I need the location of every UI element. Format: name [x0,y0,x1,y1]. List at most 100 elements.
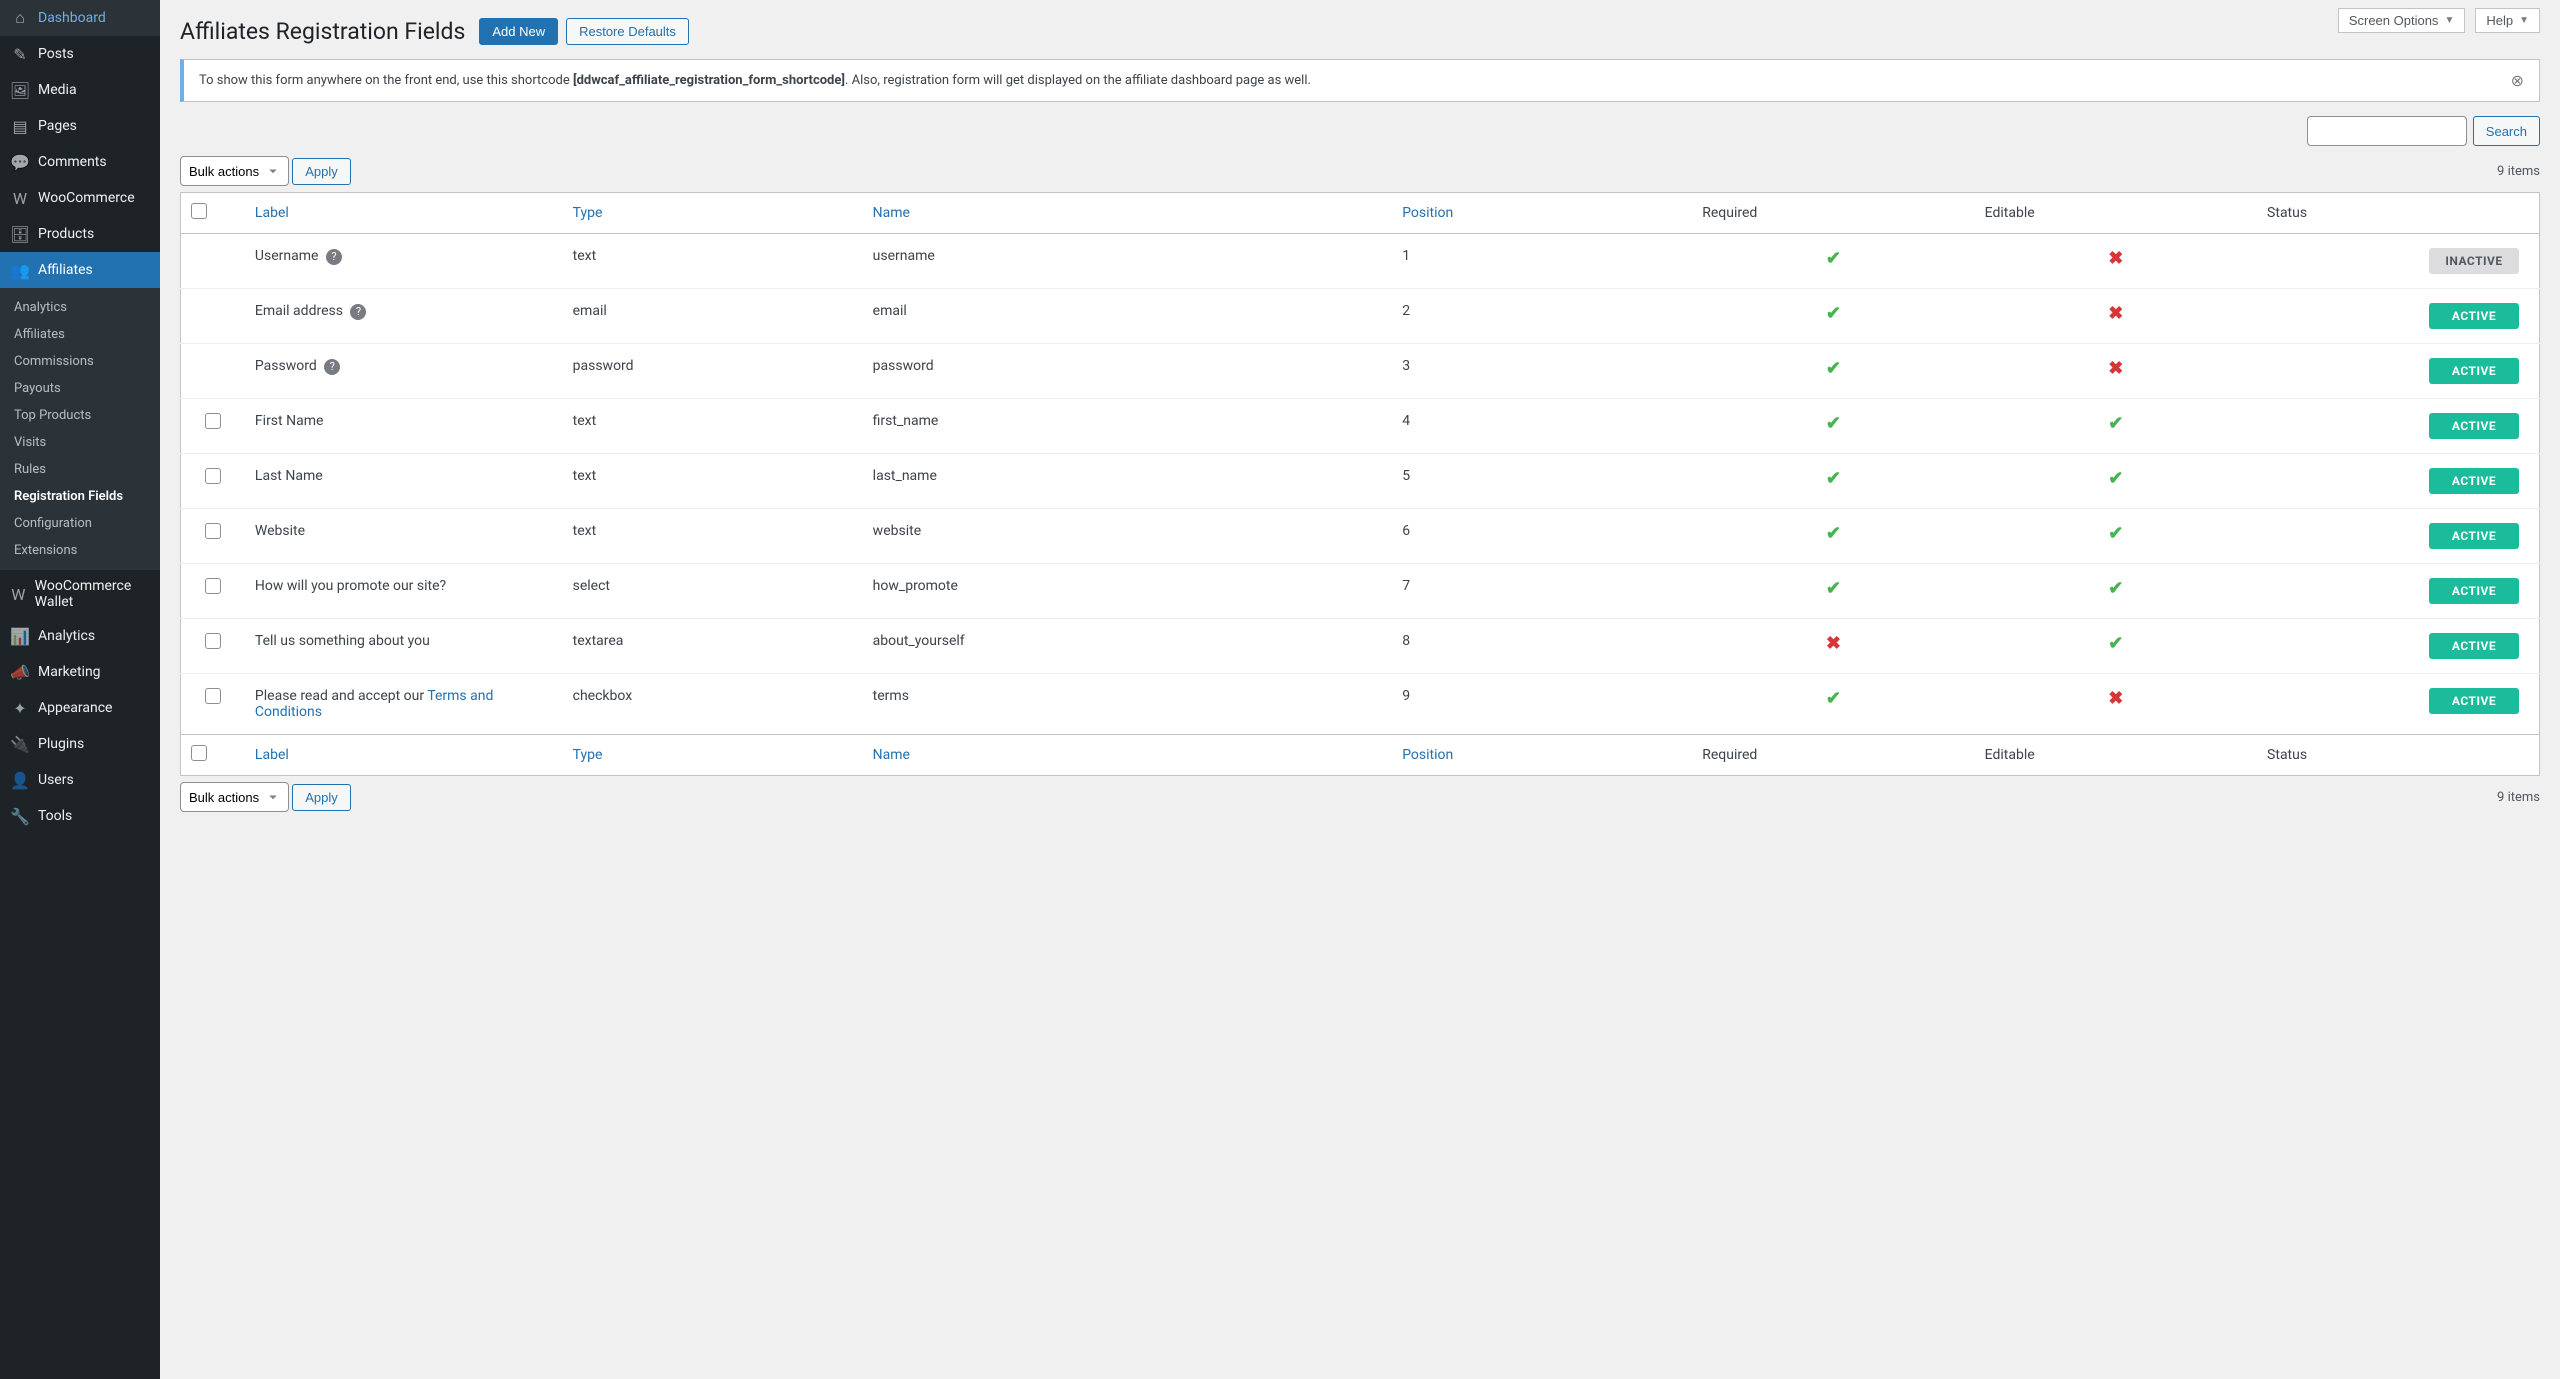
menu-item-affiliates[interactable]: 👥Affiliates [0,252,160,288]
row-editable: ✔ [1975,454,2257,509]
submenu-item-configuration[interactable]: Configuration [0,510,160,537]
check-icon: ✔ [1826,303,1841,324]
submenu-item-analytics[interactable]: Analytics [0,294,160,321]
row-editable: ✔ [1975,619,2257,674]
row-checkbox[interactable] [205,688,221,704]
check-icon: ✔ [2108,413,2123,434]
status-badge[interactable]: INACTIVE [2429,248,2519,274]
submenu-item-registration-fields[interactable]: Registration Fields [0,483,160,510]
column-type-foot[interactable]: Type [563,735,863,776]
submenu-item-affiliates[interactable]: Affiliates [0,321,160,348]
select-all-checkbox-top[interactable] [191,203,207,219]
menu-item-dashboard[interactable]: ⌂Dashboard [0,0,160,36]
table-row: Email address ?emailemail2✔✖ACTIVE [181,289,2540,344]
menu-label: Products [38,226,94,242]
cross-icon: ✖ [2108,358,2123,379]
row-required: ✔ [1692,454,1974,509]
submenu-item-payouts[interactable]: Payouts [0,375,160,402]
menu-icon: 👥 [10,260,30,280]
status-badge[interactable]: ACTIVE [2429,523,2519,549]
menu-item-woocommerce[interactable]: WWooCommerce [0,180,160,216]
help-icon[interactable]: ? [324,359,340,375]
menu-label: Comments [38,154,107,170]
check-icon: ✔ [2108,523,2123,544]
row-checkbox[interactable] [205,413,221,429]
row-label: Username [255,248,319,264]
status-badge[interactable]: ACTIVE [2429,688,2519,714]
row-editable: ✔ [1975,564,2257,619]
status-badge[interactable]: ACTIVE [2429,578,2519,604]
cross-icon: ✖ [2108,303,2123,324]
notice-text-suffix: . Also, registration form will get displ… [845,73,1311,88]
row-name: last_name [863,454,1393,509]
bulk-actions-select-top[interactable]: Bulk actions [180,156,289,186]
submenu-item-rules[interactable]: Rules [0,456,160,483]
status-badge[interactable]: ACTIVE [2429,633,2519,659]
column-type[interactable]: Type [563,193,863,234]
menu-item-analytics[interactable]: 📊Analytics [0,618,160,654]
help-button[interactable]: Help▼ [2475,8,2540,33]
row-checkbox[interactable] [205,523,221,539]
row-name: how_promote [863,564,1393,619]
select-all-checkbox-bottom[interactable] [191,745,207,761]
row-position: 1 [1392,234,1692,289]
menu-item-marketing[interactable]: 📣Marketing [0,654,160,690]
column-name[interactable]: Name [863,193,1393,234]
submenu-item-extensions[interactable]: Extensions [0,537,160,564]
submenu-item-commissions[interactable]: Commissions [0,348,160,375]
search-input[interactable] [2307,116,2467,146]
menu-item-tools[interactable]: 🔧Tools [0,798,160,834]
menu-item-posts[interactable]: ✎Posts [0,36,160,72]
menu-icon: W [10,188,30,208]
row-required: ✔ [1692,399,1974,454]
bulk-actions-select-bottom[interactable]: Bulk actions [180,782,289,812]
row-editable: ✖ [1975,674,2257,735]
main-content: Screen Options▼ Help▼ Affiliates Registr… [160,0,2560,1379]
dismiss-notice-icon[interactable]: ⊗ [2511,71,2524,90]
table-row: Last Nametextlast_name5✔✔ACTIVE [181,454,2540,509]
column-position-foot[interactable]: Position [1392,735,1692,776]
cross-icon: ✖ [1826,633,1841,654]
row-type: checkbox [563,674,863,735]
row-label: Website [255,523,305,539]
status-badge[interactable]: ACTIVE [2429,413,2519,439]
help-icon[interactable]: ? [350,304,366,320]
screen-options-button[interactable]: Screen Options▼ [2338,8,2466,33]
search-button[interactable]: Search [2473,116,2540,146]
column-name-foot[interactable]: Name [863,735,1393,776]
row-checkbox[interactable] [205,578,221,594]
menu-item-comments[interactable]: 💬Comments [0,144,160,180]
menu-label: Posts [38,46,74,62]
row-name: terms [863,674,1393,735]
menu-item-users[interactable]: 👤Users [0,762,160,798]
help-icon[interactable]: ? [326,249,342,265]
row-checkbox[interactable] [205,468,221,484]
menu-item-woocommerce-wallet[interactable]: WWooCommerce Wallet [0,570,160,618]
status-badge[interactable]: ACTIVE [2429,303,2519,329]
column-position[interactable]: Position [1392,193,1692,234]
menu-item-plugins[interactable]: 🔌Plugins [0,726,160,762]
row-checkbox[interactable] [205,633,221,649]
check-icon: ✔ [1826,523,1841,544]
row-required: ✔ [1692,564,1974,619]
submenu: AnalyticsAffiliatesCommissionsPayoutsTop… [0,288,160,570]
submenu-item-visits[interactable]: Visits [0,429,160,456]
menu-item-media[interactable]: 🖼Media [0,72,160,108]
menu-item-pages[interactable]: ▤Pages [0,108,160,144]
status-badge[interactable]: ACTIVE [2429,358,2519,384]
column-required: Required [1692,193,1974,234]
apply-button-bottom[interactable]: Apply [292,784,351,811]
row-label: How will you promote our site? [255,578,446,594]
submenu-item-top-products[interactable]: Top Products [0,402,160,429]
apply-button-top[interactable]: Apply [292,158,351,185]
menu-icon: 🔌 [10,734,30,754]
column-label-foot[interactable]: Label [245,735,563,776]
menu-item-products[interactable]: 🗄Products [0,216,160,252]
column-label[interactable]: Label [245,193,563,234]
menu-item-appearance[interactable]: ✦Appearance [0,690,160,726]
check-icon: ✔ [1826,358,1841,379]
add-new-button[interactable]: Add New [479,18,558,45]
check-icon: ✔ [2108,633,2123,654]
status-badge[interactable]: ACTIVE [2429,468,2519,494]
restore-defaults-button[interactable]: Restore Defaults [566,18,689,45]
